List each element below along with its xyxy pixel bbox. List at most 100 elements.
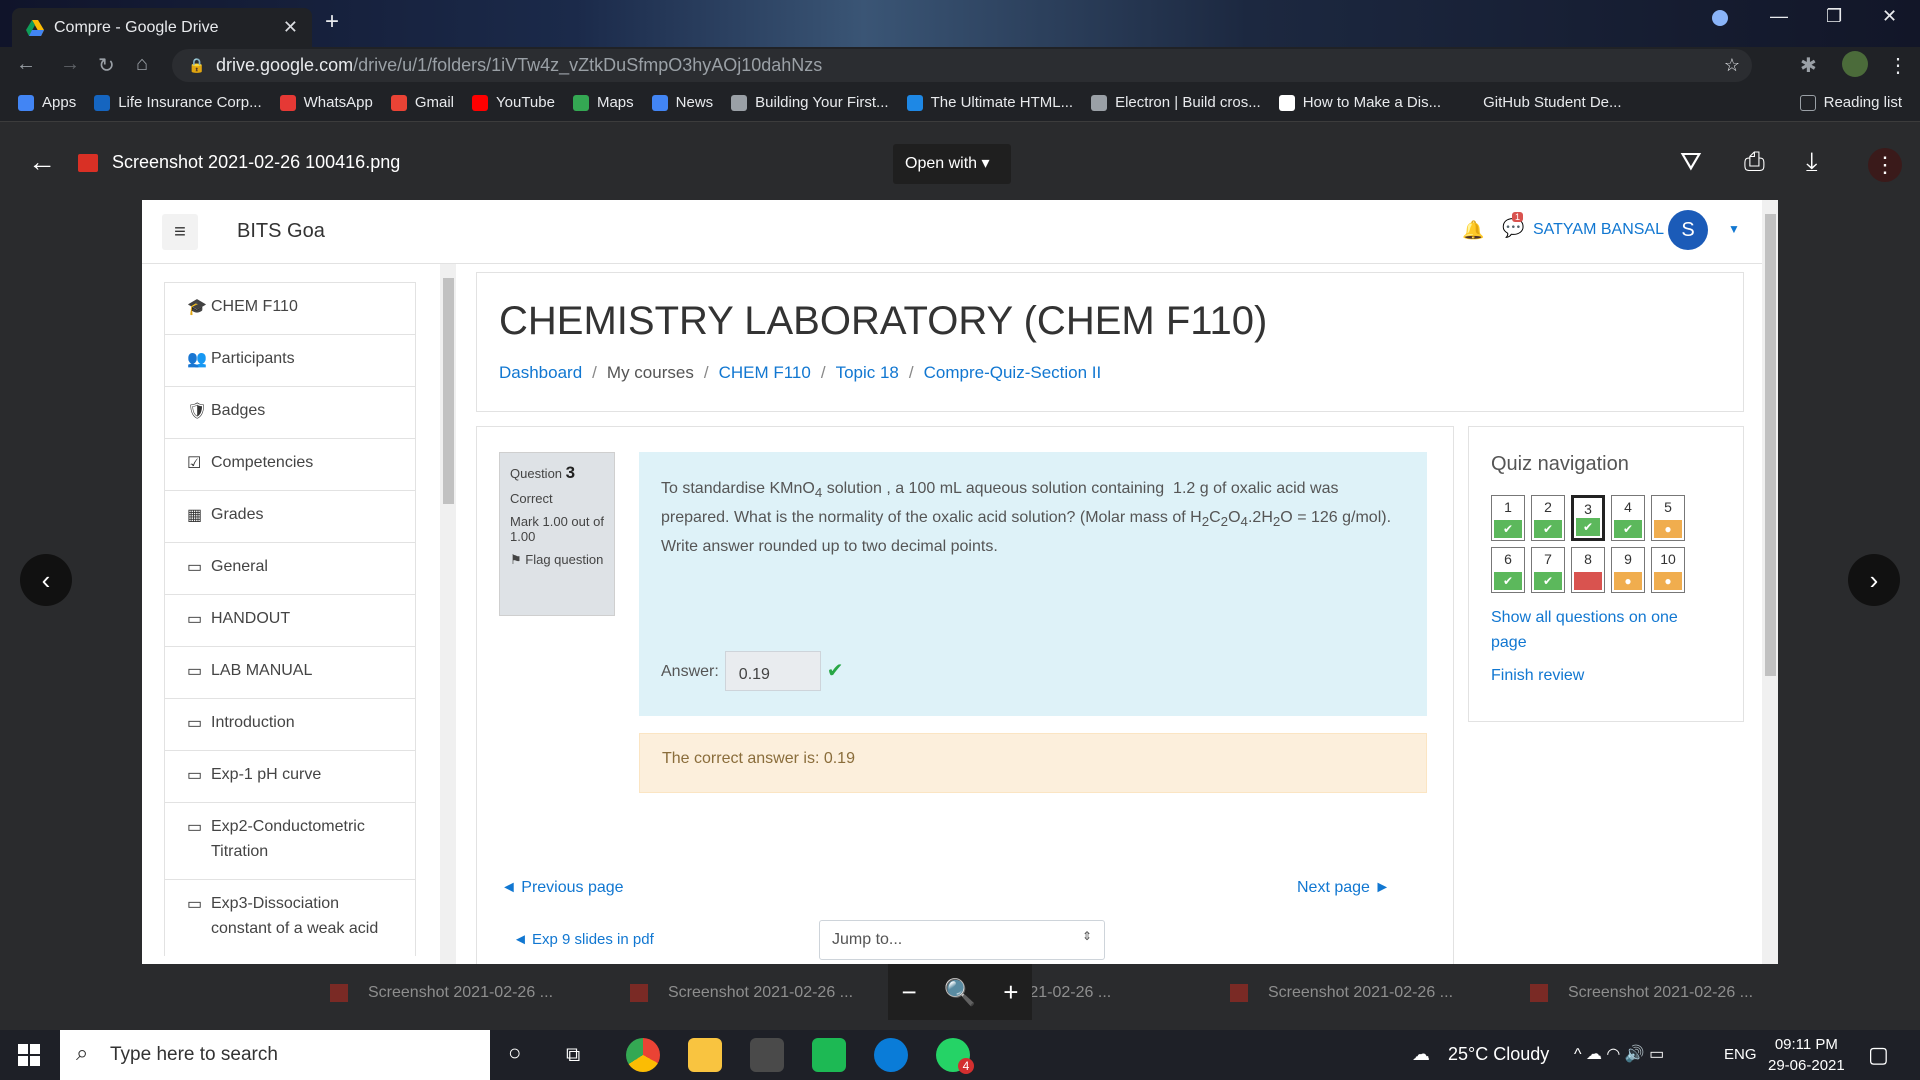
- sidebar-item[interactable]: ▭ Exp3-Dissociation constant of a weak ac…: [164, 879, 416, 956]
- sidebar-item[interactable]: ▭ General: [164, 542, 416, 594]
- show-all-questions-link[interactable]: Show all questions on one page: [1491, 605, 1711, 655]
- quiz-nav-button[interactable]: 3 ✔: [1571, 495, 1605, 541]
- bookmark-item[interactable]: The Ultimate HTML...: [906, 94, 1073, 111]
- drawer-scrollbar[interactable]: [440, 264, 456, 964]
- zoom-magnifier-icon[interactable]: 🔍: [944, 977, 976, 1008]
- reading-list-button[interactable]: Reading list: [1799, 94, 1902, 111]
- next-page-link[interactable]: Next page ►: [1297, 879, 1390, 897]
- file-explorer-icon[interactable]: [688, 1038, 722, 1072]
- close-window-icon[interactable]: ✕: [1882, 6, 1897, 27]
- mail-icon[interactable]: [750, 1038, 784, 1072]
- add-to-drive-icon[interactable]: ⛛: [1680, 146, 1702, 178]
- file-thumbnail[interactable]: Screenshot 2021-02-26 ...: [1230, 984, 1530, 1002]
- zoom-in-icon[interactable]: +: [1003, 977, 1018, 1008]
- quiz-nav-button[interactable]: 9 ●: [1611, 547, 1645, 593]
- breadcrumb-item[interactable]: Compre-Quiz-Section II: [924, 363, 1102, 383]
- quiz-nav-button[interactable]: 4 ✔: [1611, 495, 1645, 541]
- drawer-scroll-thumb[interactable]: [443, 278, 454, 504]
- sidebar-item[interactable]: ▭ Exp2-Conductometric Titration: [164, 802, 416, 879]
- taskbar-search[interactable]: ⌕ Type here to search: [60, 1030, 490, 1080]
- quiz-nav-button[interactable]: 10 ●: [1651, 547, 1685, 593]
- notifications-bell-icon[interactable]: 🔔: [1462, 220, 1484, 241]
- quiz-nav-button[interactable]: 5 ●: [1651, 495, 1685, 541]
- bookmark-item[interactable]: Maps: [572, 94, 634, 111]
- bookmark-item[interactable]: News: [651, 94, 713, 111]
- bookmark-item[interactable]: Gmail: [390, 94, 454, 111]
- restore-icon[interactable]: ❐: [1826, 6, 1842, 27]
- sidebar-item[interactable]: ▭ HANDOUT: [164, 594, 416, 646]
- quiz-nav-button[interactable]: 2 ✔: [1531, 495, 1565, 541]
- sidebar-item[interactable]: ▦ Grades: [164, 490, 416, 542]
- more-actions-icon[interactable]: ⋮: [1868, 148, 1902, 182]
- sidebar-item[interactable]: ▭ Exp-1 pH curve: [164, 750, 416, 802]
- profile-indicator-icon[interactable]: [1712, 10, 1728, 26]
- address-bar[interactable]: 🔒 drive.google.com/drive/u/1/folders/1iV…: [172, 49, 1752, 82]
- task-view-icon[interactable]: ⧉: [566, 1044, 580, 1067]
- previous-file-arrow-icon[interactable]: ‹: [20, 554, 72, 606]
- bookmark-star-icon[interactable]: ☆: [1724, 49, 1740, 82]
- file-thumbnail[interactable]: Screenshot 2021-02-26 ...: [630, 984, 930, 1002]
- print-icon[interactable]: ⎙: [1744, 146, 1765, 178]
- close-tab-icon[interactable]: ✕: [283, 17, 298, 38]
- user-avatar[interactable]: S: [1668, 210, 1708, 250]
- open-with-button[interactable]: Open with ▾: [893, 144, 1011, 184]
- site-brand[interactable]: BITS Goa: [237, 220, 325, 243]
- sidebar-item[interactable]: 🎓 CHEM F110: [164, 282, 416, 334]
- chrome-taskbar-icon[interactable]: [626, 1038, 660, 1072]
- bookmark-item[interactable]: Life Insurance Corp...: [94, 94, 262, 111]
- chrome-menu-icon[interactable]: ⋮: [1888, 53, 1908, 78]
- weather-text[interactable]: 25°C Cloudy: [1448, 1044, 1549, 1065]
- file-thumbnail[interactable]: Screenshot 2021-02-26 ...: [330, 984, 630, 1002]
- sidebar-item[interactable]: ▭ LAB MANUAL: [164, 646, 416, 698]
- language-indicator[interactable]: ENG: [1724, 1046, 1757, 1063]
- bookmark-item[interactable]: Electron | Build cros...: [1091, 94, 1261, 111]
- minimize-icon[interactable]: —: [1770, 6, 1788, 27]
- spotify-icon[interactable]: [812, 1038, 846, 1072]
- page-scroll-thumb[interactable]: [1765, 214, 1776, 676]
- tray-icons[interactable]: ^ ☁ ◠ 🔊 ▭: [1574, 1044, 1664, 1064]
- windows-start-icon[interactable]: [18, 1044, 40, 1066]
- finish-review-link[interactable]: Finish review: [1491, 663, 1584, 688]
- sidebar-item[interactable]: ☑ Competencies: [164, 438, 416, 490]
- hamburger-menu-icon[interactable]: ≡: [162, 214, 198, 250]
- quiz-nav-button[interactable]: 7 ✔: [1531, 547, 1565, 593]
- extensions-icon[interactable]: ✱: [1800, 53, 1817, 78]
- sidebar-item[interactable]: ▭ Introduction: [164, 698, 416, 750]
- user-name[interactable]: SATYAM BANSAL: [1533, 221, 1664, 239]
- breadcrumb-item[interactable]: CHEM F110: [719, 363, 811, 383]
- download-icon[interactable]: ⤓: [1806, 146, 1818, 178]
- sidebar-item[interactable]: 👥 Participants: [164, 334, 416, 386]
- answer-field[interactable]: 0.19: [724, 651, 821, 691]
- page-scrollbar[interactable]: [1762, 200, 1778, 964]
- new-tab-icon[interactable]: +: [325, 8, 339, 36]
- back-icon[interactable]: ←: [16, 53, 36, 76]
- profile-avatar-icon[interactable]: [1842, 51, 1868, 77]
- forward-icon[interactable]: →: [60, 53, 80, 76]
- quiz-nav-button[interactable]: 8: [1571, 547, 1605, 593]
- reload-icon[interactable]: ↻: [98, 53, 115, 78]
- messages-icon[interactable]: 💬 1: [1502, 212, 1524, 239]
- previous-activity-link[interactable]: ◄ Exp 9 slides in pdf: [513, 931, 654, 948]
- zoom-out-icon[interactable]: −: [902, 977, 917, 1008]
- notification-center-icon[interactable]: ▢: [1868, 1042, 1889, 1068]
- whatsapp-taskbar-icon[interactable]: 4: [936, 1038, 974, 1074]
- back-arrow-icon[interactable]: ←: [28, 146, 56, 178]
- home-icon[interactable]: ⌂: [136, 53, 148, 76]
- bookmark-item[interactable]: YouTube: [472, 94, 555, 111]
- bookmark-item[interactable]: How to Make a Dis...: [1278, 94, 1441, 111]
- breadcrumb-item[interactable]: Topic 18: [836, 363, 899, 383]
- flag-question-link[interactable]: ⚑ Flag question: [510, 552, 604, 568]
- cortana-icon[interactable]: ○: [508, 1040, 521, 1066]
- taskbar-clock[interactable]: 09:11 PM 29-06-2021: [1768, 1034, 1845, 1076]
- file-thumbnail[interactable]: Screenshot 2021-02-26 ...: [1530, 984, 1830, 1002]
- jump-to-select[interactable]: Jump to... ⇕: [819, 920, 1105, 960]
- previous-page-link[interactable]: ◄ Previous page: [501, 879, 624, 897]
- bookmark-item[interactable]: Building Your First...: [731, 94, 889, 111]
- user-menu-caret-icon[interactable]: ▼: [1728, 222, 1740, 236]
- quiz-nav-button[interactable]: 1 ✔: [1491, 495, 1525, 541]
- browser-tab[interactable]: Compre - Google Drive ✕: [12, 8, 312, 47]
- next-file-arrow-icon[interactable]: ›: [1848, 554, 1900, 606]
- bookmark-item[interactable]: WhatsApp: [279, 94, 373, 111]
- quiz-nav-button[interactable]: 6 ✔: [1491, 547, 1525, 593]
- sidebar-item[interactable]: 🛡 Badges: [164, 386, 416, 438]
